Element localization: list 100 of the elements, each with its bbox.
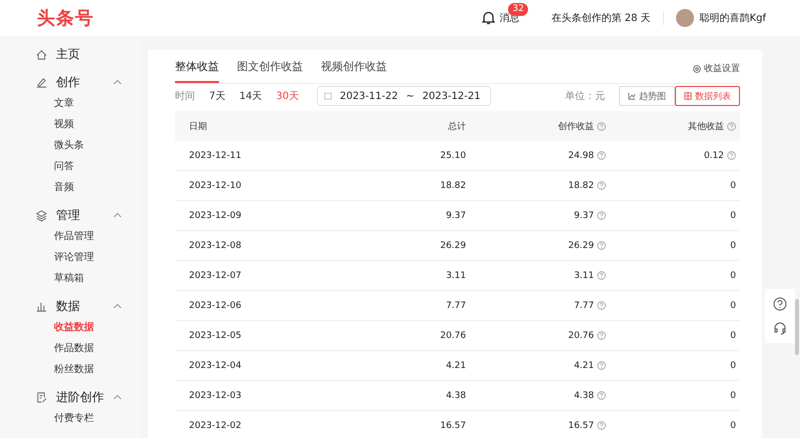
range-option[interactable]: 7天 [209,89,226,103]
sidebar-item[interactable]: 作品管理 [0,226,140,247]
table-cell-text: 7.77 [444,300,466,310]
info-icon [597,331,606,340]
table-cell-text: 2023-12-06 [189,300,242,310]
table-cell-text: 4.38 [444,390,466,400]
sidebar-group[interactable]: 数据 [56,298,113,314]
info-icon [597,241,606,250]
table-cell: 26.29 [466,240,606,250]
table-cell-text: 16.57 [439,420,466,430]
info-icon [597,301,606,310]
table-cell-text: 0 [729,180,736,190]
table-cell: 3.11 [466,270,606,280]
income-settings-link[interactable]: 收益设置 [693,62,740,83]
column-header: 创作收益 [466,120,606,132]
table-cell-text: 18.82 [439,180,466,190]
chevron-icon[interactable] [113,79,122,85]
chevron-icon[interactable] [113,303,122,309]
table-cell-text: 0 [729,390,736,400]
sidebar-group[interactable]: 创作 [56,74,113,90]
tab[interactable]: 图文创作收益 [237,59,303,83]
time-label: 时间 [175,90,195,103]
info-icon [597,181,606,190]
sidebar-group[interactable]: 进阶创作 [56,388,113,406]
unit-label: 单位：元 [565,90,605,103]
sidebar-item[interactable]: 作品数据 [0,338,140,359]
date-range-field[interactable]: 2023-11-22 ~ 2023-12-21 [316,86,492,106]
message-count-badge: 32 [508,3,528,16]
line-chart-icon [628,92,636,100]
table-icon [684,92,692,100]
logo[interactable]: 头条号 [37,6,94,30]
headset-icon[interactable] [773,321,787,335]
table-cell-text: 2023-12-09 [189,210,242,220]
pen-icon [35,76,48,88]
trend-chart-button[interactable]: 趋势图 [619,86,675,106]
table-cell-text: 9.37 [444,210,466,220]
sidebar-item[interactable]: 草稿箱 [0,268,140,289]
column-header: 其他收益 [606,120,736,132]
table-cell-text: 0 [729,210,736,220]
scrollbar[interactable] [795,299,799,355]
table-cell-text: 4.21 [444,360,466,370]
sidebar-item[interactable]: 收益数据 [0,317,140,338]
table-cell: 20.76 [466,330,606,340]
chevron-icon[interactable] [113,212,122,218]
range-option[interactable]: 14天 [239,89,262,103]
table-cell-text: 2023-12-08 [189,240,242,250]
table-cell: 4.21 [466,360,606,370]
table-cell-text: 2023-12-02 [189,420,242,430]
info-icon [597,391,606,400]
note-icon [35,390,48,404]
sidebar-item[interactable]: 文章 [0,93,140,114]
table-cell: 9.37 [466,210,606,220]
data-list-button[interactable]: 数据列表 [675,86,740,106]
table-cell: 4.38 [466,390,606,400]
sidebar-group[interactable]: 主页 [56,46,122,62]
sidebar-group[interactable]: 管理 [56,206,113,224]
sidebar-item[interactable]: 音频 [0,177,140,198]
sidebar-item[interactable]: 付费专栏 [0,408,140,429]
table-cell: 16.57 [466,420,606,430]
user-name[interactable]: 聪明的喜鹊Kgf [700,11,766,25]
sidebar-item[interactable]: 粉丝数据 [0,359,140,380]
table-cell: 24.98 [466,150,606,160]
tab[interactable]: 整体收益 [175,59,219,83]
help-icon[interactable] [773,297,787,311]
table-cell-text: 2023-12-10 [189,180,242,190]
chevron-icon[interactable] [113,394,122,400]
table-cell-text: 2023-12-05 [189,330,242,340]
table-cell-text: 2023-12-03 [189,390,242,400]
info-icon [597,361,606,370]
range-option[interactable]: 30天 [276,89,299,103]
table-cell-text: 0 [729,420,736,430]
column-header: 日期 [189,120,208,132]
sidebar-item[interactable]: 问答 [0,156,140,177]
table-cell-text: 2023-12-04 [189,360,242,370]
table-cell: 0.12 [606,150,736,160]
table-cell-text: 20.76 [439,330,466,340]
table-cell-text: 3.11 [444,270,466,280]
table-cell-text: 25.10 [439,150,466,160]
table-cell-text: 2023-12-11 [189,150,242,160]
sidebar-item[interactable]: 评论管理 [0,247,140,268]
calendar-icon [324,92,332,100]
info-icon [597,211,606,220]
layers-icon [35,208,48,222]
table-cell: 7.77 [466,300,606,310]
info-icon [597,421,606,430]
sidebar-item[interactable]: 视频 [0,114,140,135]
info-icon [727,122,736,130]
bell-icon[interactable] [482,11,496,25]
sidebar-item[interactable]: 微头条 [0,135,140,156]
tab[interactable]: 视频创作收益 [321,59,387,83]
table-cell-text: 0 [729,270,736,280]
table-cell-text: 26.29 [439,240,466,250]
table-cell-text: 0 [729,240,736,250]
table-cell: 18.82 [466,180,606,190]
info-icon [597,151,606,160]
table-cell-text: 0 [729,300,736,310]
info-icon [727,151,736,160]
column-header: 总计 [447,120,466,132]
avatar[interactable] [676,9,694,27]
table-cell-text: 0 [729,360,736,370]
